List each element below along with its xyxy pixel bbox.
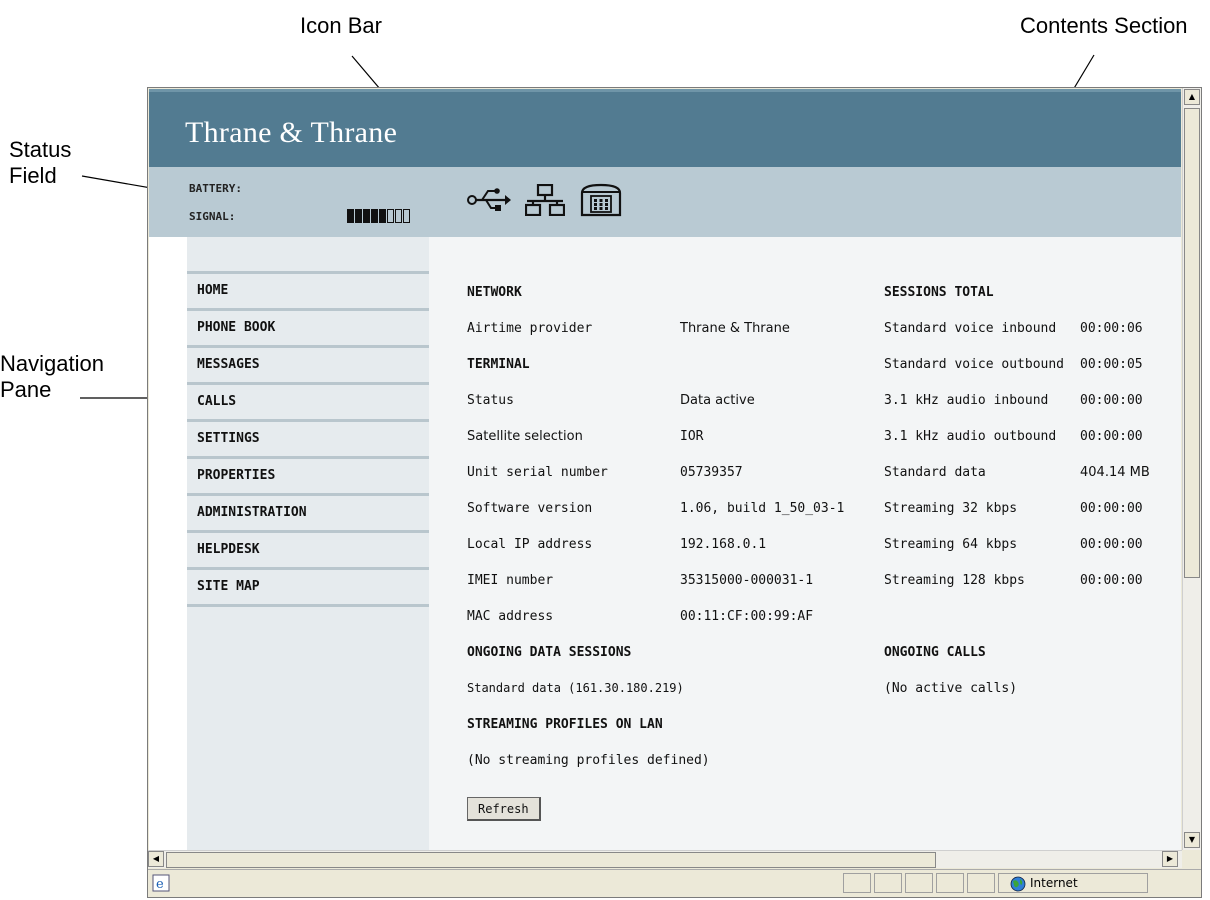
- session-value: 00:00:00: [1080, 393, 1143, 408]
- sessions-total-heading: SESSIONS TOTAL: [884, 285, 994, 300]
- status-label: Status: [467, 393, 514, 408]
- streaming-heading: STREAMING PROFILES ON LAN: [467, 717, 663, 732]
- nav-item-calls[interactable]: CALLS: [187, 385, 429, 422]
- scroll-up-icon[interactable]: ▲: [1184, 89, 1200, 105]
- satellite-selection-label: Satellite selection: [467, 429, 583, 444]
- session-value: 00:00:00: [1080, 573, 1143, 588]
- ongoing-calls-heading: ONGOING CALLS: [884, 645, 986, 660]
- status-pane: [936, 873, 964, 893]
- session-value: 00:00:00: [1080, 501, 1143, 516]
- signal-bar-filled: [379, 209, 386, 223]
- status-pane: [905, 873, 933, 893]
- nav-item-site-map[interactable]: SITE MAP: [187, 570, 429, 607]
- scroll-right-icon[interactable]: ▶: [1162, 851, 1178, 867]
- scroll-left-icon[interactable]: ◀: [148, 851, 164, 867]
- scroll-down-icon[interactable]: ▼: [1184, 832, 1200, 848]
- globe-icon: [1010, 876, 1026, 892]
- scrollbar-corner: [1182, 850, 1201, 868]
- nav-item-phone-book[interactable]: PHONE BOOK: [187, 311, 429, 348]
- page-icon: e: [152, 874, 170, 892]
- nav-item-helpdesk[interactable]: HELPDESK: [187, 533, 429, 570]
- terminal-heading: TERMINAL: [467, 357, 530, 372]
- status-pane: [843, 873, 871, 893]
- phone-icon[interactable]: [579, 181, 623, 219]
- nav-item-messages[interactable]: MESSAGES: [187, 348, 429, 385]
- session-label: 3.1 kHz audio outbound: [884, 429, 1057, 444]
- icon-bar: [467, 181, 623, 219]
- network-heading: NETWORK: [467, 285, 522, 300]
- nav-item-home[interactable]: HOME: [187, 274, 429, 311]
- airtime-provider-label: Airtime provider: [467, 321, 593, 336]
- signal-bar-filled: [363, 209, 370, 223]
- refresh-button[interactable]: Refresh: [467, 797, 541, 821]
- session-label: Streaming 32 kbps: [884, 501, 1018, 516]
- lan-icon[interactable]: [525, 184, 565, 216]
- navigation-pane: HOME PHONE BOOK MESSAGES CALLS SETTINGS …: [187, 237, 429, 850]
- battery-label: BATTERY:: [189, 182, 242, 195]
- software-version-label: Software version: [467, 501, 593, 516]
- usb-icon[interactable]: [467, 185, 511, 215]
- signal-meter: [347, 209, 410, 223]
- streaming-text: (No streaming profiles defined): [467, 753, 710, 768]
- session-value: 00:00:00: [1080, 429, 1143, 444]
- page-viewport: Thrane & Thrane BATTERY: SIGNAL: HOME PH…: [149, 89, 1181, 850]
- signal-label: SIGNAL:: [189, 210, 236, 223]
- session-label: 3.1 kHz audio inbound: [884, 393, 1049, 408]
- signal-bar-empty: [403, 209, 410, 223]
- page-header: Thrane & Thrane: [149, 89, 1181, 167]
- browser-window: Thrane & Thrane BATTERY: SIGNAL: HOME PH…: [147, 87, 1202, 898]
- nav-item-properties[interactable]: PROPERTIES: [187, 459, 429, 496]
- zone-label: Internet: [1030, 876, 1078, 890]
- unit-serial-label: Unit serial number: [467, 465, 608, 480]
- signal-bar-filled: [355, 209, 362, 223]
- satellite-selection-value: IOR: [680, 429, 704, 444]
- ongoing-data-heading: ONGOING DATA SESSIONS: [467, 645, 632, 660]
- status-value: Data active: [680, 393, 755, 408]
- session-label: Standard voice inbound: [884, 321, 1057, 336]
- ongoing-data-text: Standard data (161.30.180.219): [467, 681, 684, 695]
- vertical-scrollbar[interactable]: ▲ ▼: [1182, 88, 1201, 850]
- signal-bar-empty: [395, 209, 402, 223]
- nav-item-administration[interactable]: ADMINISTRATION: [187, 496, 429, 533]
- session-value: 404.14 MB: [1080, 465, 1150, 480]
- local-ip-value: 192.168.0.1: [680, 537, 767, 552]
- svg-text:e: e: [156, 877, 164, 892]
- mac-address-value: 00:11:CF:00:99:AF: [680, 609, 814, 624]
- status-pane: [967, 873, 995, 893]
- unit-serial-value: 05739357: [680, 465, 743, 480]
- local-ip-label: Local IP address: [467, 537, 593, 552]
- session-label: Streaming 128 kbps: [884, 573, 1025, 588]
- session-label: Streaming 64 kbps: [884, 537, 1018, 552]
- session-value: 00:00:00: [1080, 537, 1143, 552]
- imei-label: IMEI number: [467, 573, 554, 588]
- nav-item-settings[interactable]: SETTINGS: [187, 422, 429, 459]
- signal-bar-empty: [387, 209, 394, 223]
- session-label: Standard voice outbound: [884, 357, 1065, 372]
- signal-bar-filled: [347, 209, 354, 223]
- brand-logo: Thrane & Thrane: [185, 116, 398, 149]
- session-value: 00:00:06: [1080, 321, 1143, 336]
- status-pane: [874, 873, 902, 893]
- mac-address-label: MAC address: [467, 609, 554, 624]
- session-label: Standard data: [884, 465, 986, 480]
- contents-section: NETWORK Airtime provider Thrane & Thrane…: [429, 237, 1181, 850]
- ongoing-calls-text: (No active calls): [884, 681, 1018, 696]
- software-version-value: 1.06, build 1_50_03-1: [680, 501, 845, 516]
- imei-value: 35315000-000031-1: [680, 573, 814, 588]
- horizontal-scrollbar[interactable]: ◀ ▶: [148, 850, 1182, 868]
- status-field: BATTERY: SIGNAL:: [149, 167, 1181, 237]
- horizontal-scroll-thumb[interactable]: [166, 852, 936, 868]
- session-value: 00:00:05: [1080, 357, 1143, 372]
- vertical-scroll-thumb[interactable]: [1184, 108, 1200, 578]
- browser-status-bar: e Internet: [148, 869, 1201, 897]
- airtime-provider-value: Thrane & Thrane: [680, 321, 790, 336]
- signal-bar-filled: [371, 209, 378, 223]
